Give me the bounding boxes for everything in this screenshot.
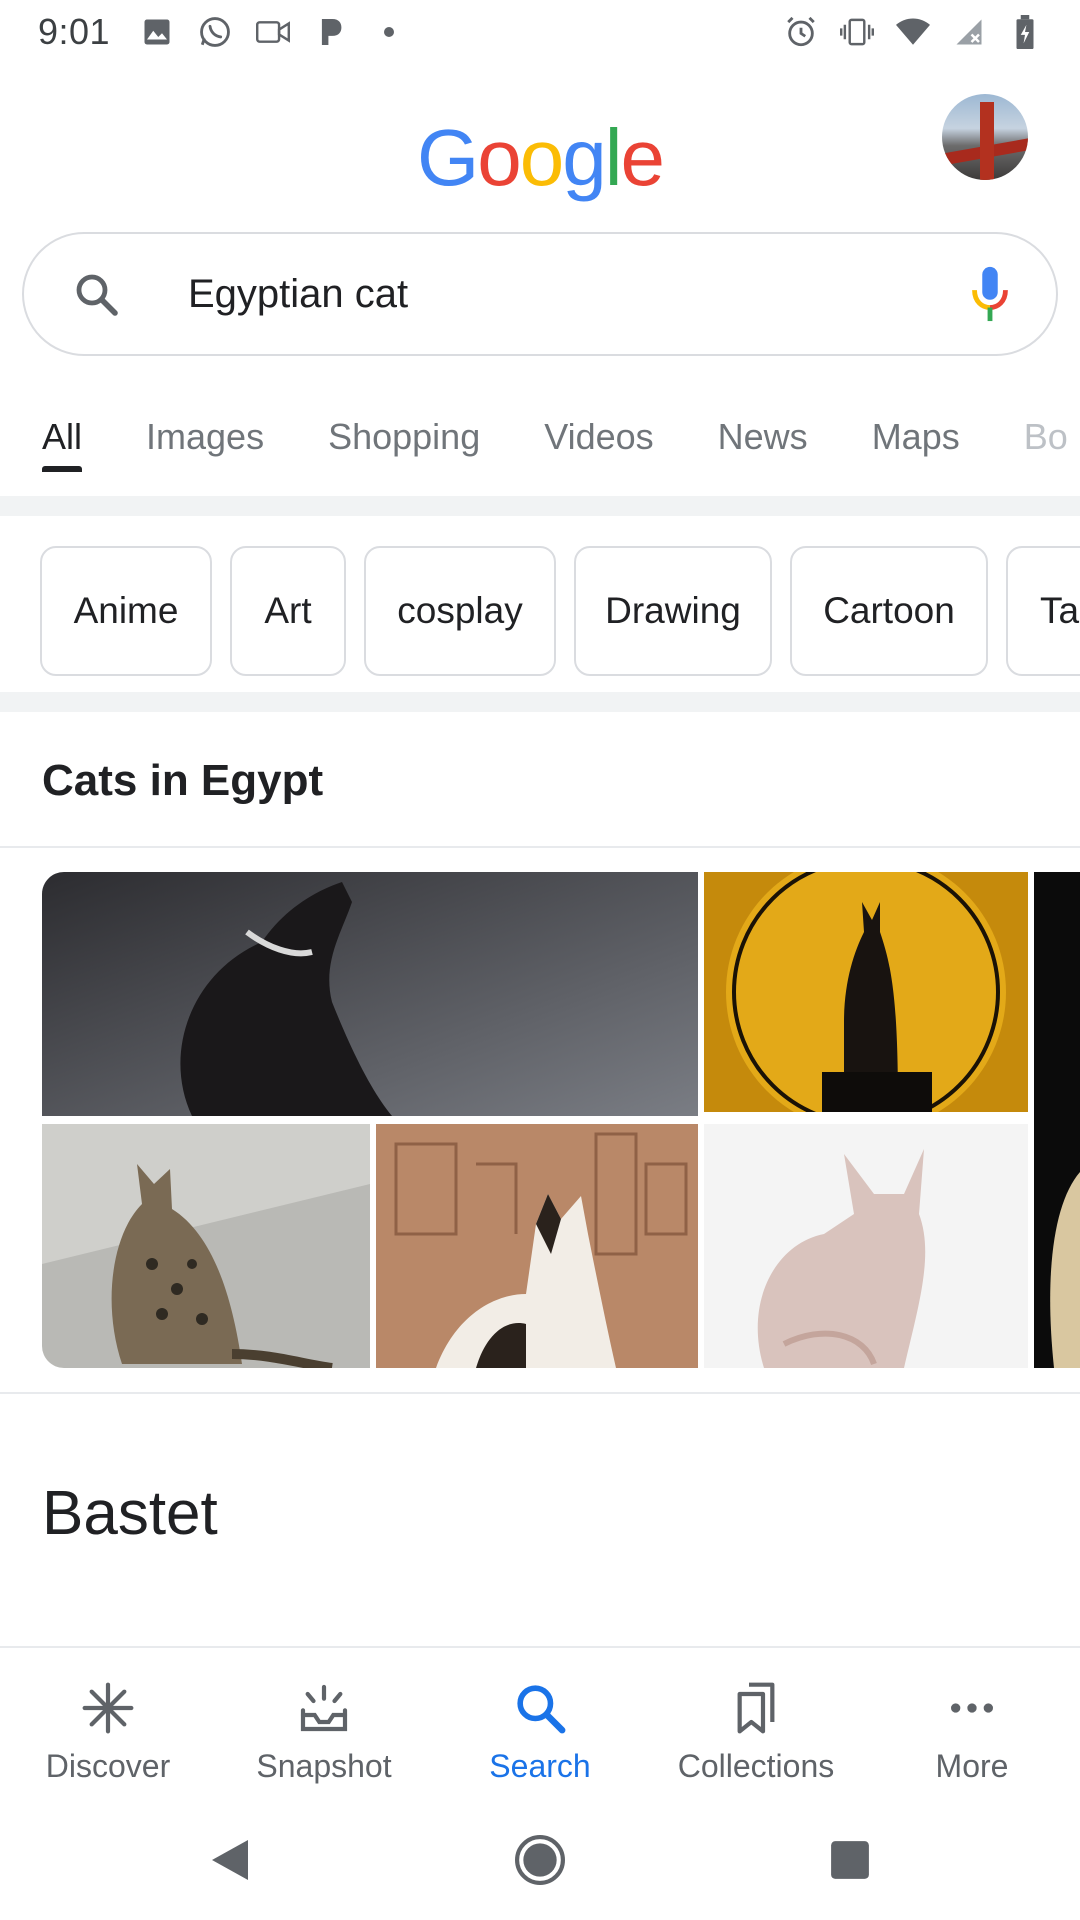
chip-partial[interactable]: Ta (1006, 546, 1080, 676)
back-icon[interactable] (200, 1830, 260, 1890)
nav-collections[interactable]: Collections (648, 1648, 864, 1800)
wifi-icon (896, 15, 930, 49)
battery-icon (1008, 15, 1042, 49)
nav-label: More (935, 1748, 1009, 1784)
image-notification-icon (140, 15, 174, 49)
signal-icon (952, 15, 986, 49)
video-call-icon (256, 15, 291, 49)
logo-letter: o (519, 113, 564, 202)
image-black-sphynx[interactable] (42, 872, 698, 1116)
tab-shopping[interactable]: Shopping (328, 410, 480, 458)
avatar[interactable] (942, 94, 1028, 180)
divider (0, 846, 1080, 848)
nav-label: Discover (45, 1748, 171, 1784)
status-time: 9:01 (38, 11, 111, 52)
dot-icon (372, 15, 406, 49)
tab-news[interactable]: News (718, 410, 808, 458)
vibrate-icon (840, 15, 874, 49)
nav-search[interactable]: Search (432, 1648, 648, 1800)
logo-letter: o (477, 113, 521, 202)
more-dots-icon (942, 1678, 1002, 1738)
nav-discover[interactable]: Discover (0, 1648, 216, 1800)
image-calico-cat[interactable] (376, 1124, 698, 1368)
chip-art[interactable]: Art (230, 546, 346, 676)
recents-icon[interactable] (820, 1830, 880, 1890)
system-navigation (0, 1800, 1080, 1920)
mic-icon[interactable] (964, 264, 1016, 324)
search-input[interactable]: Egyptian cat (188, 272, 964, 317)
bastet-heading[interactable]: Bastet (42, 1478, 218, 1549)
section-title: Cats in Egypt (42, 756, 324, 805)
chip-cosplay[interactable]: cosplay (364, 546, 556, 676)
chip-drawing[interactable]: Drawing (574, 546, 772, 676)
logo-letter: e (620, 113, 665, 202)
collections-icon (726, 1678, 786, 1738)
image-partial[interactable] (1034, 872, 1080, 1368)
image-egyptian-mau[interactable] (42, 1124, 370, 1368)
tab-books[interactable]: Bo (1024, 410, 1068, 458)
logo-letter: G (416, 113, 479, 202)
search-icon[interactable] (70, 268, 122, 320)
image-pink-sphynx[interactable] (704, 1124, 1028, 1368)
home-icon[interactable] (510, 1830, 570, 1890)
status-bar: 9:01 (0, 0, 1080, 64)
image-bastet-statue[interactable] (704, 872, 1028, 1112)
google-logo[interactable]: Google (0, 112, 1080, 204)
search-box[interactable]: Egyptian cat (22, 232, 1058, 356)
tab-maps[interactable]: Maps (872, 410, 960, 458)
divider (0, 496, 1080, 516)
snapshot-icon (294, 1678, 354, 1738)
nav-snapshot[interactable]: Snapshot (216, 1648, 432, 1800)
tab-images[interactable]: Images (146, 410, 264, 458)
logo-letter: l (604, 113, 623, 202)
nav-label: Snapshot (256, 1748, 392, 1784)
tab-videos[interactable]: Videos (544, 410, 653, 458)
refinement-chips: Anime Art cosplay Drawing Cartoon Ta (40, 546, 1080, 676)
search-tabs: All Images Shopping Videos News Maps Bo (0, 410, 1080, 494)
whatsapp-icon (198, 15, 232, 49)
chip-anime[interactable]: Anime (40, 546, 212, 676)
logo-letter: g (562, 113, 606, 202)
divider (0, 692, 1080, 712)
tab-all[interactable]: All (42, 410, 83, 472)
pandora-icon (314, 15, 348, 49)
asterisk-icon (78, 1678, 138, 1738)
chip-cartoon[interactable]: Cartoon (790, 546, 988, 676)
bottom-navigation: Discover Snapshot Search Collections Mor… (0, 1646, 1080, 1800)
alarm-icon (784, 15, 818, 49)
search-icon (510, 1678, 570, 1738)
nav-label: Collections (677, 1748, 835, 1784)
nav-more[interactable]: More (864, 1648, 1080, 1800)
nav-label: Search (489, 1748, 591, 1784)
divider (0, 1392, 1080, 1394)
